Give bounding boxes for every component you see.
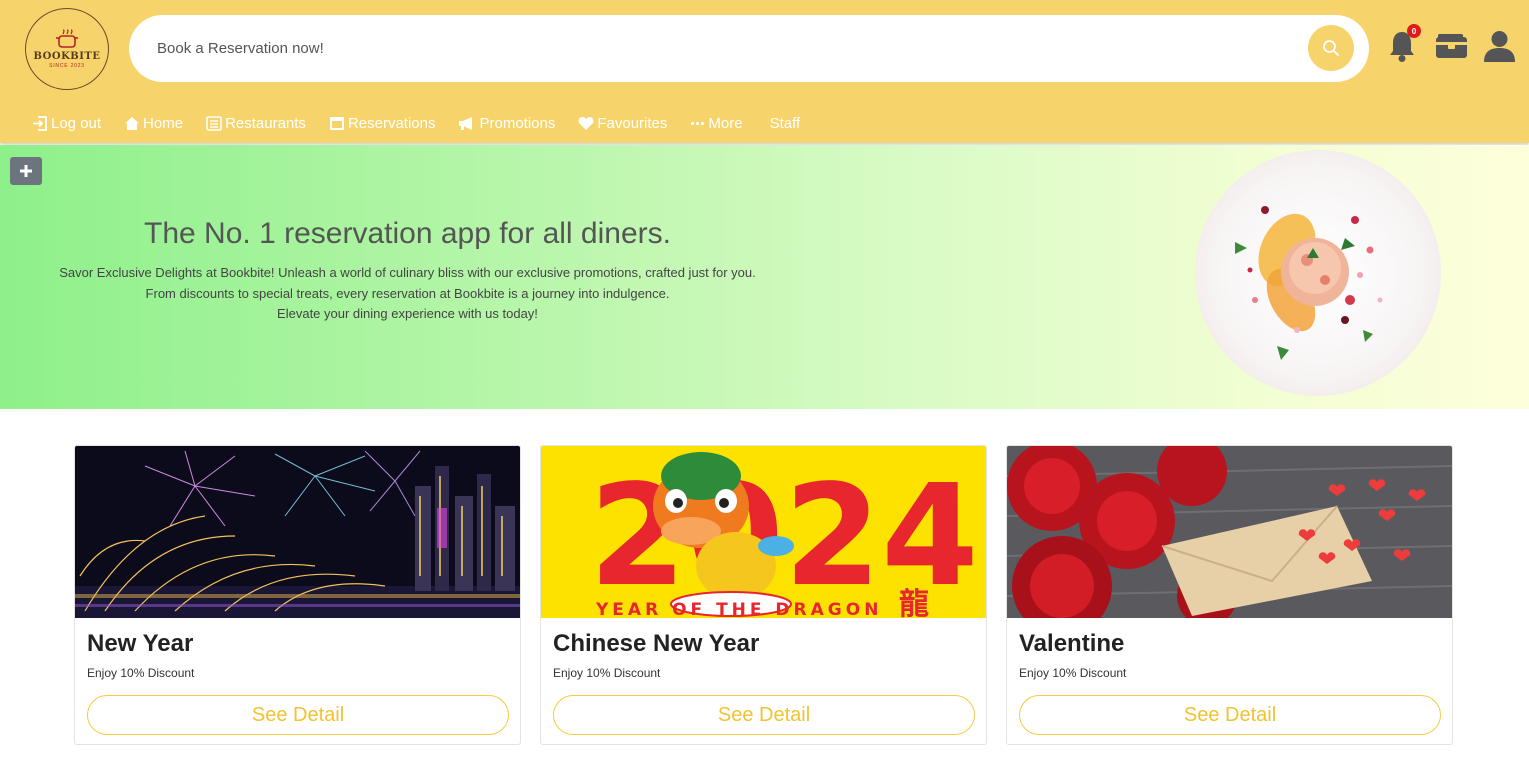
promotion-subtitle: Enjoy 10% Discount [87, 666, 195, 680]
nav-home-label: Home [143, 114, 184, 132]
logo-brand-text: BOOKBITE [33, 51, 101, 62]
promotion-subtitle: Enjoy 10% Discount [553, 666, 661, 680]
search-bar [129, 15, 1369, 82]
megaphone-icon [459, 116, 473, 130]
calendar-icon [329, 116, 344, 130]
hero-title: The No. 1 reservation app for all diners… [144, 217, 671, 250]
dragon-glyph-text: 龍 [899, 587, 929, 618]
wallet-icon [1435, 34, 1467, 58]
notifications-button[interactable]: 0 [1387, 24, 1421, 64]
promotion-title: Valentine [1019, 630, 1125, 657]
heart-icon [578, 116, 594, 130]
hero-line: Elevate your dining experience with us t… [277, 306, 538, 321]
see-detail-button[interactable]: See Detail [1019, 695, 1441, 735]
new-year-fireworks-image [75, 446, 520, 618]
nav-favourites[interactable]: Favourites [578, 115, 667, 132]
nav-logout[interactable]: Log out [32, 115, 101, 132]
header: BOOKBITE SINCE 2023 0 [0, 0, 1529, 143]
promotion-card: New Year Enjoy 10% Discount See Detail [74, 445, 521, 745]
promotion-title: Chinese New Year [553, 630, 760, 657]
logout-icon [33, 115, 47, 131]
nav-favourites-label: Favourites [597, 114, 668, 132]
dessert-plate-image [1195, 150, 1441, 396]
chinese-new-year-dragon-image: 2024 YEAR OF THE DRAGON 龍 [541, 446, 986, 618]
promotion-card: 2024 YEAR OF THE DRAGON 龍 Chinese New Ye… [540, 445, 987, 745]
search-icon [1323, 40, 1339, 56]
profile-button[interactable] [1482, 28, 1516, 64]
plus-icon [20, 165, 32, 177]
hero-line: Savor Exclusive Delights at Bookbite! Un… [59, 265, 756, 280]
promotion-card: Valentine Enjoy 10% Discount See Detail [1006, 445, 1453, 745]
nav-restaurants-label: Restaurants [225, 114, 306, 132]
hero-description: Savor Exclusive Delights at Bookbite! Un… [0, 263, 815, 325]
nav-more[interactable]: More [690, 114, 743, 132]
hero-banner: The No. 1 reservation app for all diners… [0, 145, 1529, 409]
see-detail-button[interactable]: See Detail [553, 695, 975, 735]
wallet-button[interactable] [1434, 28, 1468, 64]
promotion-subtitle: Enjoy 10% Discount [1019, 666, 1127, 680]
nav-restaurants[interactable]: Restaurants [206, 115, 306, 132]
see-detail-button[interactable]: See Detail [87, 695, 509, 735]
nav-reservations-label: Reservations [347, 114, 436, 132]
logo-since-text: SINCE 2023 [49, 63, 85, 69]
nav-more-label: More [708, 114, 743, 132]
nav-home[interactable]: Home [124, 115, 183, 132]
valentine-roses-image [1007, 446, 1452, 618]
cooking-pot-icon [56, 29, 78, 48]
main-nav: Log out Home Restaurants Reservations Pr… [32, 112, 823, 134]
hero-line: From discounts to special treats, every … [145, 285, 670, 301]
dragon-caption-text: YEAR OF THE DRAGON [595, 600, 882, 618]
nav-promotions-label: Promotions [479, 114, 556, 132]
promotion-title: New Year [87, 630, 194, 657]
search-button[interactable] [1308, 25, 1354, 71]
nav-reservations[interactable]: Reservations [329, 114, 436, 132]
bookbite-logo[interactable]: BOOKBITE SINCE 2023 [25, 8, 109, 90]
notification-count-badge: 0 [1407, 24, 1421, 38]
add-button[interactable] [10, 157, 42, 185]
home-icon [125, 116, 140, 130]
list-icon [206, 115, 222, 131]
nav-promotions[interactable]: Promotions [458, 115, 555, 132]
user-icon [1483, 31, 1515, 62]
nav-logout-label: Log out [51, 114, 102, 132]
ellipsis-icon [691, 121, 705, 125]
nav-staff-label: Staff [769, 114, 801, 132]
search-input[interactable] [157, 15, 1307, 82]
nav-staff[interactable]: Staff [770, 115, 801, 132]
